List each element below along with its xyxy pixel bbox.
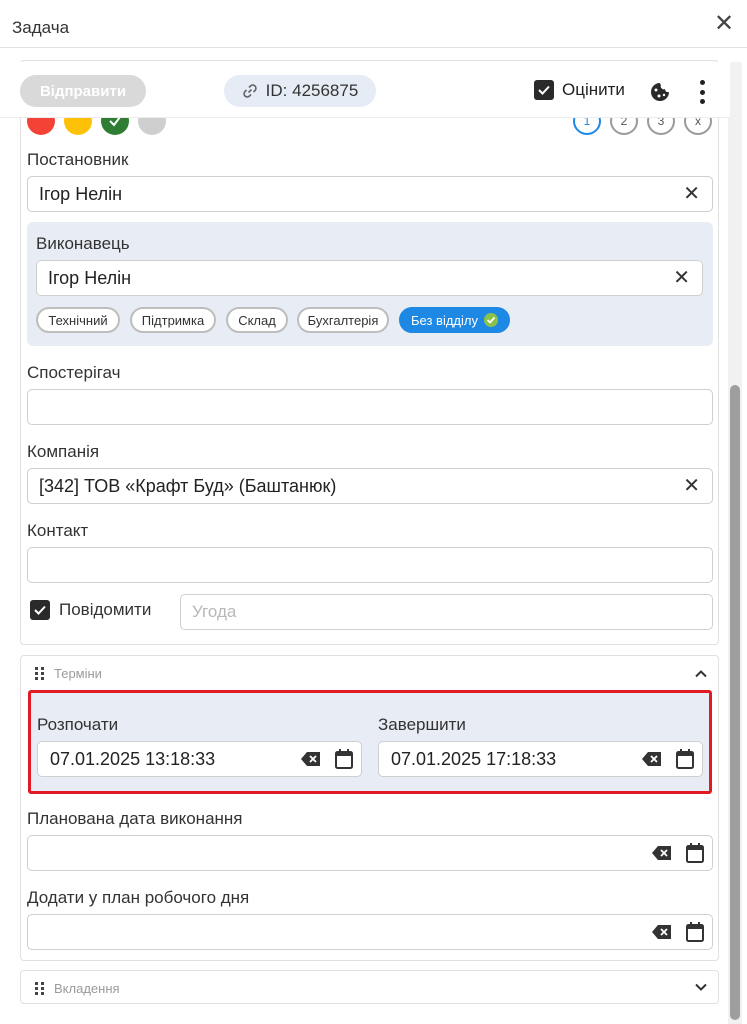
close-icon[interactable]: ✕ [714, 12, 734, 36]
contact-field[interactable] [27, 547, 713, 583]
notify-toggle[interactable]: Повідомити [30, 600, 151, 620]
link-icon [242, 84, 257, 98]
terms-title: Терміни [54, 666, 102, 681]
dialog-title-bar: Задача ✕ [0, 0, 747, 48]
company-label: Компанія [27, 442, 100, 461]
rate-label: Оцінити [562, 80, 625, 99]
planned-date-field[interactable] [27, 835, 713, 871]
send-button[interactable]: Відправити [20, 75, 146, 107]
task-id-text: ID: 4256875 [265, 81, 359, 100]
calendar-icon[interactable] [686, 843, 704, 863]
author-value: Ігор Нелін [39, 183, 123, 204]
start-label: Розпочати [37, 715, 119, 734]
calendar-icon[interactable] [676, 749, 694, 769]
observer-label: Спостерігач [27, 363, 121, 382]
dept-chip-warehouse[interactable]: Склад [226, 307, 288, 333]
executor-field[interactable]: Ігор Нелін ✕ [36, 260, 703, 296]
agreement-field[interactable]: Угода [180, 594, 713, 630]
end-date-field[interactable]: 07.01.2025 17:18:33 [378, 741, 703, 777]
planned-date-label: Планована дата виконання [27, 809, 243, 828]
more-menu-icon[interactable] [699, 80, 705, 104]
executor-label: Виконавець [36, 234, 130, 253]
rate-toggle[interactable]: Оцінити [534, 80, 625, 100]
clear-company-icon[interactable]: ✕ [683, 475, 700, 497]
workday-plan-field[interactable] [27, 914, 713, 950]
contact-label: Контакт [27, 521, 89, 540]
chevron-down-icon[interactable] [694, 980, 708, 994]
attachments-header[interactable]: Вкладення [35, 981, 120, 996]
chevron-up-icon[interactable] [694, 667, 708, 681]
author-field[interactable]: Ігор Нелін ✕ [27, 176, 713, 212]
scrollbar-thumb[interactable] [730, 385, 740, 1020]
rate-checkbox[interactable] [534, 80, 554, 100]
backspace-icon[interactable] [301, 752, 321, 766]
attachments-title: Вкладення [54, 981, 120, 996]
check-icon [538, 85, 550, 95]
dialog-title: Задача [12, 18, 70, 37]
company-value: [342] ТОВ «Крафт Буд» (Баштанюк) [39, 475, 337, 496]
dept-chip-technical[interactable]: Технічний [36, 307, 120, 333]
cookie-icon[interactable] [650, 82, 670, 102]
dept-chip-no-department[interactable]: Без відділу [399, 307, 510, 333]
author-label: Постановник [27, 150, 129, 169]
calendar-icon[interactable] [686, 922, 704, 942]
workday-plan-label: Додати у план робочого дня [27, 888, 250, 907]
start-date-value: 07.01.2025 13:18:33 [50, 748, 216, 769]
attachments-section[interactable]: Вкладення [20, 970, 719, 1004]
notify-checkbox[interactable] [30, 600, 50, 620]
notify-label: Повідомити [59, 600, 152, 619]
backspace-icon[interactable] [652, 846, 672, 860]
observer-field[interactable] [27, 389, 713, 425]
end-date-value: 07.01.2025 17:18:33 [391, 748, 557, 769]
dept-chip-no-department-label: Без відділу [411, 312, 478, 328]
terms-header[interactable]: Терміни [35, 666, 102, 681]
check-icon [34, 605, 46, 615]
agreement-placeholder: Угода [192, 602, 237, 621]
end-label: Завершити [378, 715, 466, 734]
dept-chip-support[interactable]: Підтримка [130, 307, 216, 333]
check-circle-icon [484, 313, 498, 327]
backspace-icon[interactable] [642, 752, 662, 766]
calendar-icon[interactable] [335, 749, 353, 769]
task-id-pill[interactable]: ID: 4256875 [224, 75, 376, 107]
clear-author-icon[interactable]: ✕ [683, 183, 700, 205]
executor-value: Ігор Нелін [48, 267, 132, 288]
dept-chip-accounting[interactable]: Бухгалтерія [297, 307, 389, 333]
task-toolbar: Відправити ID: 4256875 Оцінити [0, 62, 730, 118]
company-field[interactable]: [342] ТОВ «Крафт Буд» (Баштанюк) ✕ [27, 468, 713, 504]
clear-executor-icon[interactable]: ✕ [673, 267, 690, 289]
drag-handle-icon[interactable] [35, 982, 44, 995]
start-date-field[interactable]: 07.01.2025 13:18:33 [37, 741, 362, 777]
backspace-icon[interactable] [652, 925, 672, 939]
drag-handle-icon[interactable] [35, 667, 44, 680]
